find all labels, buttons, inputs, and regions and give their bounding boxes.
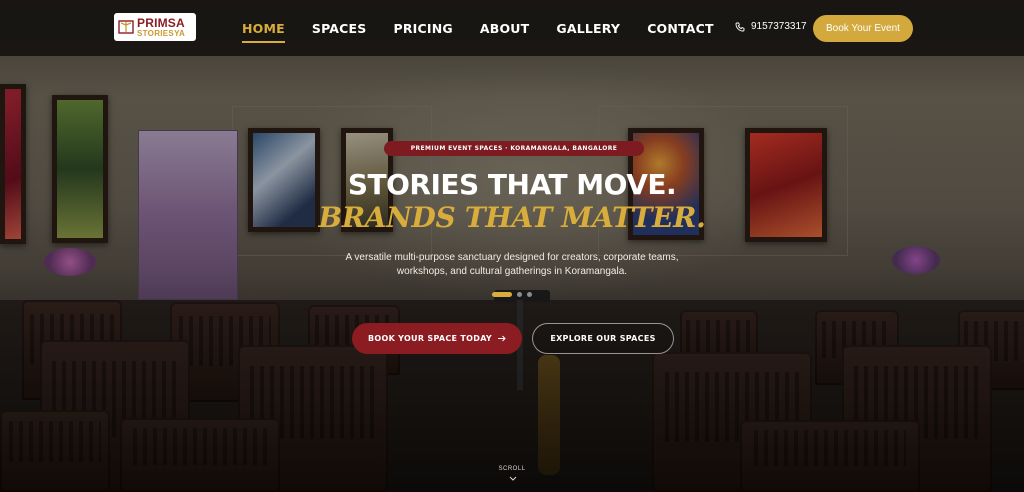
slide-dot-2[interactable] — [517, 292, 522, 297]
hero-background-image — [0, 0, 1024, 492]
hero-subtitle: A versatile multi-purpose sanctuary desi… — [345, 252, 679, 277]
chevron-down-icon[interactable] — [509, 476, 517, 482]
nav-spaces[interactable]: SPACES — [312, 15, 367, 42]
nav-contact[interactable]: CONTACT — [647, 15, 714, 42]
background-overlay — [0, 0, 1024, 492]
arrow-right-icon — [498, 335, 506, 342]
phone-number: 9157373317 — [751, 21, 807, 32]
brand-line2: STORIESYA — [137, 28, 186, 38]
slide-indicators — [492, 292, 532, 297]
nav-home[interactable]: HOME — [242, 15, 285, 43]
scroll-label[interactable]: SCROLL — [488, 466, 536, 472]
phone-icon — [735, 22, 745, 31]
slide-dot-1[interactable] — [492, 292, 512, 297]
brand-wordmark: PRIMSA STORIESYA — [137, 17, 185, 38]
main-nav: HOME SPACES PRICING ABOUT GALLERY CONTAC… — [242, 0, 741, 56]
site-header: PRIMSA STORIESYA HOME SPACES PRICING ABO… — [0, 0, 1024, 56]
book-logo-icon — [118, 20, 134, 34]
brand-line1: PRIMSA — [137, 15, 185, 30]
nav-about[interactable]: ABOUT — [480, 15, 530, 42]
hero-title-line2: BRANDS THAT MATTER. — [318, 201, 706, 234]
book-space-button[interactable]: BOOK YOUR SPACE TODAY — [352, 323, 522, 354]
slide-dot-3[interactable] — [527, 292, 532, 297]
phone-link[interactable]: 9157373317 — [735, 21, 807, 32]
book-event-button[interactable]: Book Your Event — [813, 15, 913, 42]
explore-spaces-button[interactable]: EXPLORE OUR SPACES — [532, 323, 674, 354]
brand-logo[interactable]: PRIMSA STORIESYA — [114, 13, 196, 41]
location-badge: PREMIUM EVENT SPACES · KORAMANGALA, BANG… — [384, 141, 644, 156]
hero-title-line1: STORIES THAT MOVE. — [347, 168, 677, 201]
nav-pricing[interactable]: PRICING — [393, 15, 452, 42]
nav-gallery[interactable]: GALLERY — [556, 15, 620, 42]
book-space-label: BOOK YOUR SPACE TODAY — [367, 334, 493, 343]
